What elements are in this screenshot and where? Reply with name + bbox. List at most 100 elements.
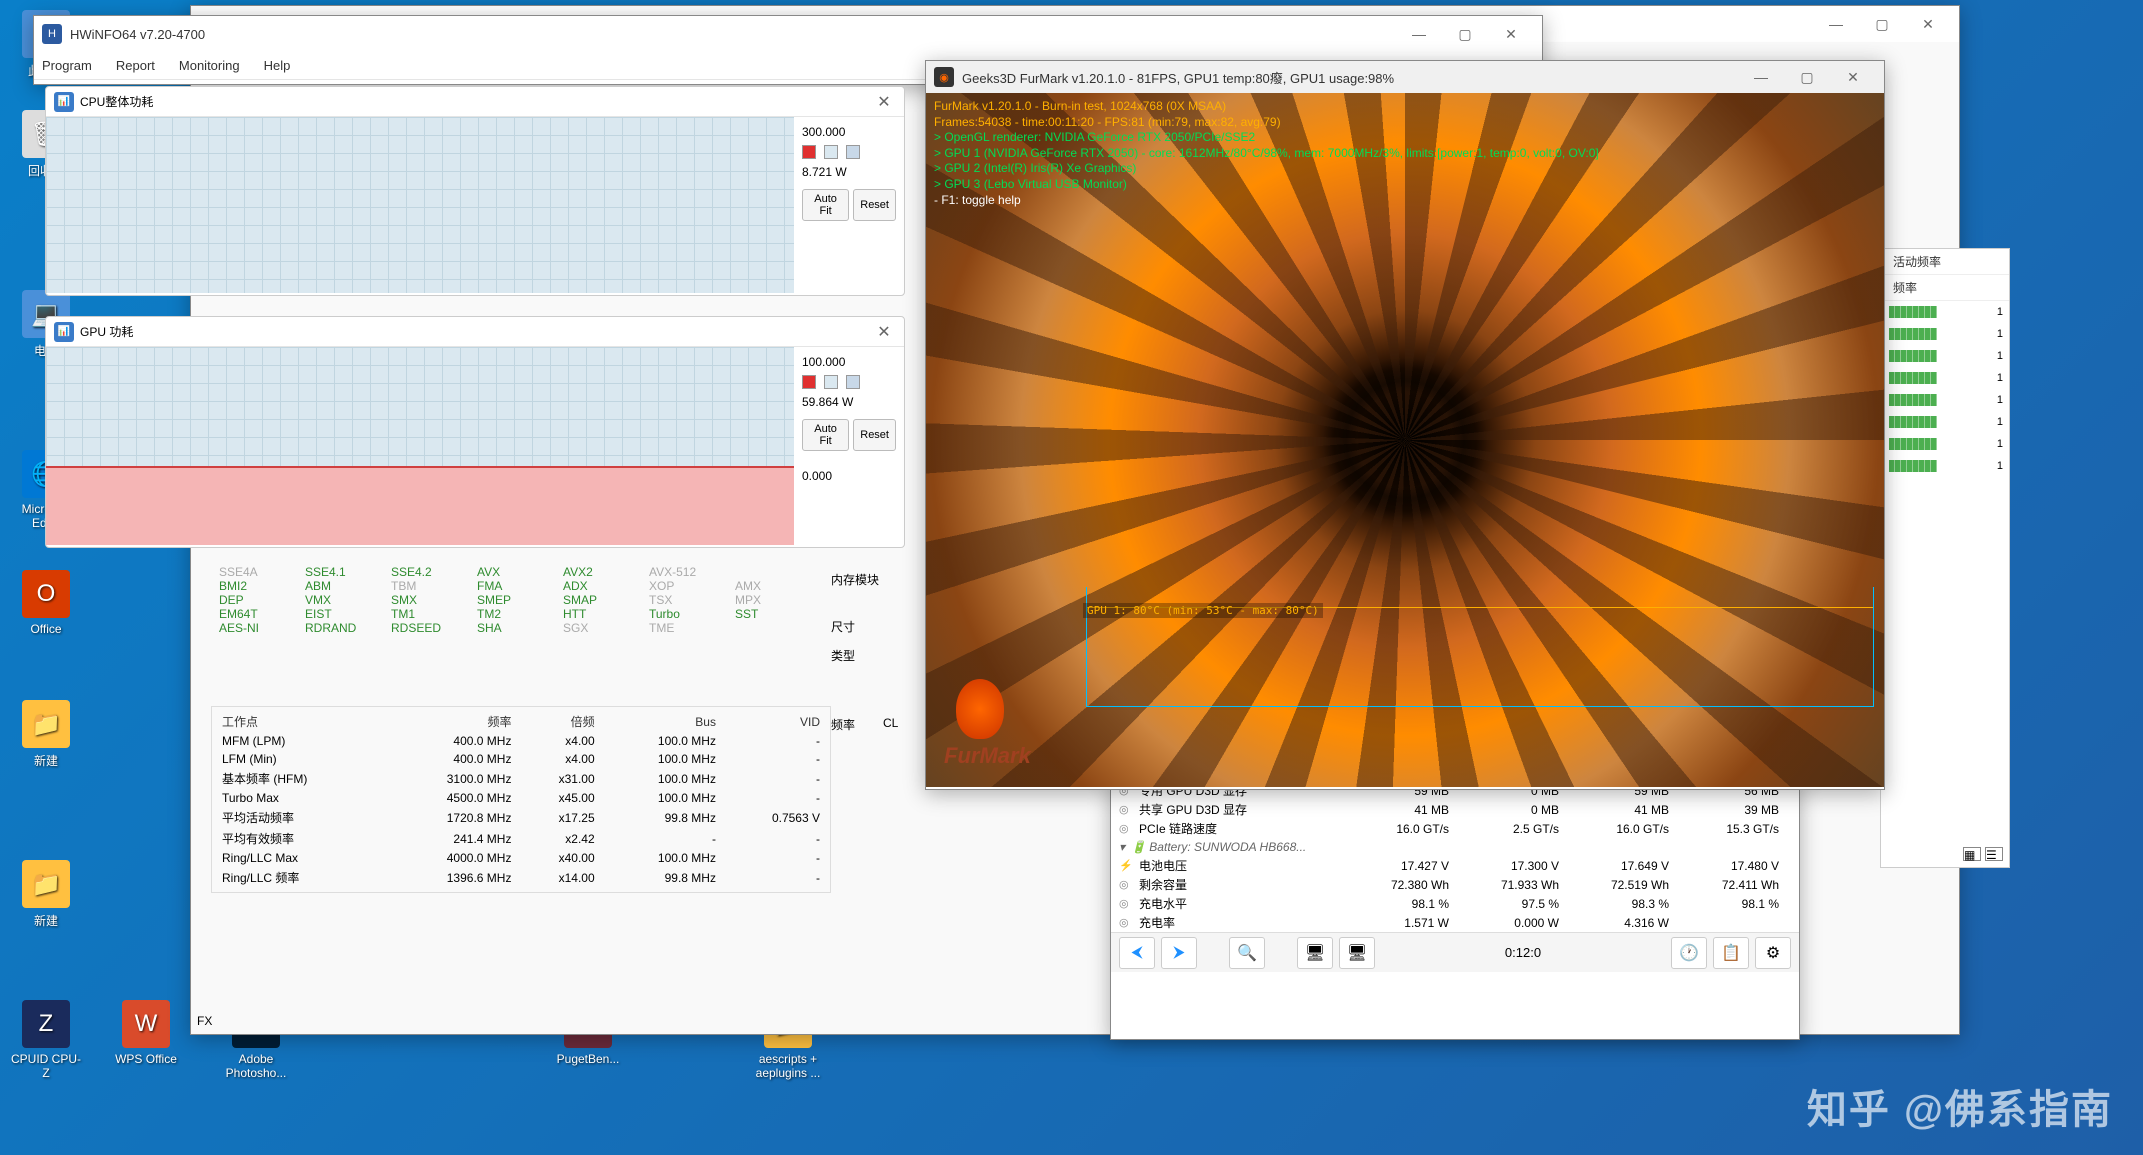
cpu-feature: MPX [735, 593, 821, 607]
table-row: Ring/LLC 频率1396.6 MHzx14.0099.8 MHz- [216, 867, 826, 888]
table-row: 平均活动频率1720.8 MHzx17.2599.8 MHz0.7563 V [216, 807, 826, 828]
max-button[interactable]: ▢ [1784, 61, 1830, 93]
cpu-features: SSE4ASSE4.1SSE4.2AVXAVX2AVX-512 BMI2ABMTB… [211, 561, 831, 639]
legend-swatch [824, 375, 838, 389]
cpu-feature: SSE4A [219, 565, 305, 579]
reset-button[interactable]: Reset [853, 419, 896, 451]
nav-back-button[interactable]: ⮜ [1119, 937, 1155, 969]
clock-table: 工作点频率倍频BusVIDMFM (LPM)400.0 MHzx4.00100.… [216, 711, 826, 888]
sensor-stats-window: ◎专用 GPU D3D 显存59 MB0 MB59 MB56 MB◎共享 GPU… [1110, 780, 1800, 1040]
legend-swatch [846, 145, 860, 159]
cpu-feature: BMI2 [219, 579, 305, 593]
sensor-row: ◎充电水平98.1 %97.5 %98.3 %98.1 % [1111, 894, 1799, 913]
furmark-titlebar[interactable]: ◉ Geeks3D FurMark v1.20.1.0 - 81FPS, GPU… [926, 61, 1884, 93]
close-button[interactable]: ✕ [1488, 18, 1534, 50]
monitor-button[interactable]: 🖥 [1297, 937, 1333, 969]
sensor-row: ⚡电池电压17.427 V17.300 V17.649 V17.480 V [1111, 856, 1799, 875]
gpu-power-chart: 📊GPU 功耗✕ 100.000 59.864 W Auto FitReset … [45, 316, 905, 548]
cpu-feature: SMEP [477, 593, 563, 607]
desktop-icon[interactable]: WWPS Office [108, 1000, 184, 1066]
watermark: 知乎 @佛系指南 [1807, 1077, 2113, 1135]
cpu-feature: AVX-512 [649, 565, 735, 579]
cpu-feature: TM1 [391, 607, 477, 621]
hwinfo-titlebar[interactable]: H HWiNFO64 v7.20-4700 —▢✕ [34, 16, 1542, 52]
table-row: 基本频率 (HFM)3100.0 MHzx31.00100.0 MHz- [216, 768, 826, 789]
cpu-feature: FMA [477, 579, 563, 593]
desktop-icon[interactable]: ZCPUID CPU-Z [8, 1000, 84, 1080]
cpu-feature: AVX2 [563, 565, 649, 579]
furmark-overlay: FurMark v1.20.1.0 - Burn-in test, 1024x7… [934, 99, 1599, 208]
settings-button[interactable]: ⚙ [1755, 937, 1791, 969]
temp-graph-label: GPU 1: 80°C (min: 53°C - max: 80°C) [1083, 603, 1323, 618]
desktop-icon[interactable]: 📁新建 [8, 700, 84, 769]
freq-bar-row: 1 [1881, 411, 2009, 433]
cpu-feature: SSE4.2 [391, 565, 477, 579]
menu-item[interactable]: Monitoring [179, 58, 240, 73]
table-row: MFM (LPM)400.0 MHzx4.00100.0 MHz- [216, 732, 826, 750]
min-button[interactable]: — [1738, 61, 1784, 93]
max-button[interactable]: ▢ [1859, 8, 1905, 40]
furmark-viewport: FurMark v1.20.1.0 - Burn-in test, 1024x7… [926, 93, 1884, 787]
min-button[interactable]: — [1396, 18, 1442, 50]
monitor2-button[interactable]: 🖥 [1339, 937, 1375, 969]
chart-icon: 📊 [54, 322, 74, 342]
sensor-toolbar: ⮜ ⮞ 🔍 🖥 🖥 0:12:0 🕐 📋 ⚙ [1111, 932, 1799, 972]
gpu-chart-area [46, 347, 794, 545]
close-icon[interactable]: ✕ [872, 320, 896, 344]
cpu-feature: TME [649, 621, 735, 635]
close-icon[interactable]: ✕ [872, 90, 896, 114]
close-button[interactable]: ✕ [1905, 8, 1951, 40]
furmark-icon: ◉ [934, 67, 954, 87]
freq-bar-row: 1 [1881, 433, 2009, 455]
furmark-brand: FurMark [944, 743, 1031, 769]
clock-icon[interactable]: 🕐 [1671, 937, 1707, 969]
cpu-feature: EM64T [219, 607, 305, 621]
desktop-icon[interactable]: 📁新建 [8, 860, 84, 929]
cpu-feature: ABM [305, 579, 391, 593]
furmark-window: ◉ Geeks3D FurMark v1.20.1.0 - 81FPS, GPU… [925, 60, 1885, 790]
cpu-feature: TBM [391, 579, 477, 593]
cpu-feature: TSX [649, 593, 735, 607]
autofit-button[interactable]: Auto Fit [802, 419, 849, 451]
cpu-feature: EIST [305, 607, 391, 621]
cpu-feature: RDSEED [391, 621, 477, 635]
sensor-group-header[interactable]: ▾🔋 Battery: SUNWODA HB668... [1111, 838, 1799, 856]
menu-item[interactable]: Help [264, 58, 291, 73]
table-row: LFM (Min)400.0 MHzx4.00100.0 MHz- [216, 750, 826, 768]
cpu-feature: ADX [563, 579, 649, 593]
elapsed-time: 0:12:0 [1381, 945, 1665, 960]
cpu-feature: AVX [477, 565, 563, 579]
sensor-row: ◎PCIe 链路速度16.0 GT/s2.5 GT/s16.0 GT/s15.3… [1111, 819, 1799, 838]
hwinfo-title: HWiNFO64 v7.20-4700 [70, 27, 1396, 42]
view-list-icon[interactable]: ☰ [1985, 847, 2003, 861]
reset-button[interactable]: Reset [853, 189, 896, 221]
min-button[interactable]: — [1813, 8, 1859, 40]
zoom-button[interactable]: 🔍 [1229, 937, 1265, 969]
cpu-chart-area [46, 117, 794, 293]
furmark-mascot [956, 679, 1004, 739]
cpu-feature: DEP [219, 593, 305, 607]
sensor-row: ◎共享 GPU D3D 显存41 MB0 MB41 MB39 MB [1111, 800, 1799, 819]
autofit-button[interactable]: Auto Fit [802, 189, 849, 221]
cpu-feature: XOP [649, 579, 735, 593]
cpu-feature: SHA [477, 621, 563, 635]
legend-swatch [846, 375, 860, 389]
furmark-title: Geeks3D FurMark v1.20.1.0 - 81FPS, GPU1 … [962, 68, 1738, 87]
menu-item[interactable]: Report [116, 58, 155, 73]
max-button[interactable]: ▢ [1442, 18, 1488, 50]
statusbar-fx: FX [191, 1012, 218, 1030]
cpu-feature: AES-NI [219, 621, 305, 635]
cpu-feature: SSE4.1 [305, 565, 391, 579]
cpu-feature: RDRAND [305, 621, 391, 635]
cpu-feature: SST [735, 607, 821, 621]
menu-item[interactable]: Program [42, 58, 92, 73]
view-grid-icon[interactable]: ▦ [1963, 847, 1981, 861]
legend-swatch-red [802, 375, 816, 389]
log-button[interactable]: 📋 [1713, 937, 1749, 969]
cpu-feature: SGX [563, 621, 649, 635]
table-row: Turbo Max4500.0 MHzx45.00100.0 MHz- [216, 789, 826, 807]
desktop-icon[interactable]: OOffice [8, 570, 84, 636]
nav-fwd-button[interactable]: ⮞ [1161, 937, 1197, 969]
freq-bar-row: 1 [1881, 455, 2009, 477]
close-button[interactable]: ✕ [1830, 61, 1876, 93]
